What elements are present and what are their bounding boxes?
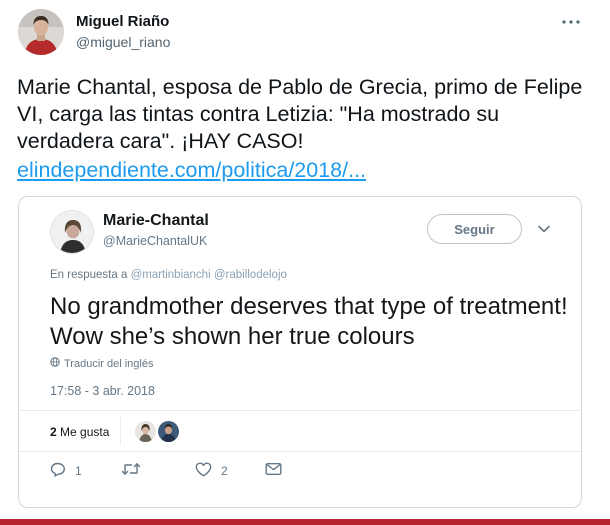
tweet-text: Marie Chantal, esposa de Pablo de Grecia… bbox=[17, 75, 583, 153]
translate-link[interactable]: Traducir del inglés bbox=[50, 357, 153, 370]
message-icon bbox=[265, 462, 282, 479]
quoted-tweet-text: No grandmother deserves that type of tre… bbox=[50, 293, 568, 350]
divider bbox=[120, 417, 121, 445]
globe-icon bbox=[50, 357, 60, 370]
heart-icon bbox=[195, 462, 212, 480]
reply-button[interactable]: 1 bbox=[50, 462, 82, 480]
message-button[interactable] bbox=[265, 462, 282, 479]
quoted-tweet-card[interactable]: Marie-Chantal @MarieChantalUK Seguir En … bbox=[18, 196, 582, 508]
like-count: 2 bbox=[221, 464, 228, 478]
liker-avatar[interactable] bbox=[158, 421, 179, 442]
like-button[interactable]: 2 bbox=[195, 462, 228, 480]
author-handle[interactable]: @miguel_riano bbox=[76, 34, 170, 50]
reply-count: 1 bbox=[75, 464, 82, 478]
reply-mention[interactable]: @martinbianchi bbox=[131, 269, 211, 281]
reply-prefix: En respuesta a bbox=[50, 269, 128, 281]
likes-summary[interactable]: 2 Me gusta bbox=[50, 425, 109, 439]
quoted-author-avatar[interactable] bbox=[50, 210, 94, 254]
action-bar: 1 2 bbox=[19, 462, 581, 486]
reply-mention[interactable]: @rabillodelojo bbox=[214, 269, 287, 281]
likes-row: 2 Me gusta bbox=[19, 410, 581, 452]
page-bottom-strip bbox=[0, 519, 610, 525]
translate-label: Traducir del inglés bbox=[64, 357, 154, 370]
chevron-down-icon[interactable] bbox=[534, 221, 554, 237]
author-avatar[interactable] bbox=[18, 9, 64, 55]
reply-context: En respuesta a @martinbianchi @rabillode… bbox=[50, 269, 287, 281]
quoted-author-handle[interactable]: @MarieChantalUK bbox=[103, 234, 207, 248]
tweet-link[interactable]: elindependiente.com/politica/2018/... bbox=[17, 157, 366, 184]
quoted-author-name[interactable]: Marie-Chantal bbox=[103, 212, 209, 230]
likes-label: Me gusta bbox=[60, 425, 110, 439]
retweet-button[interactable] bbox=[121, 462, 150, 479]
tweet: Miguel Riaño @miguel_riano Marie Chantal… bbox=[0, 0, 610, 517]
likes-count: 2 bbox=[50, 425, 57, 439]
timestamp[interactable]: 17:58 - 3 abr. 2018 bbox=[50, 384, 155, 398]
reply-icon bbox=[50, 462, 66, 480]
more-dots-icon[interactable] bbox=[560, 13, 582, 31]
liker-avatar[interactable] bbox=[135, 421, 156, 442]
follow-button[interactable]: Seguir bbox=[427, 214, 522, 244]
author-name[interactable]: Miguel Riaño bbox=[76, 13, 169, 30]
retweet-icon bbox=[121, 462, 141, 479]
